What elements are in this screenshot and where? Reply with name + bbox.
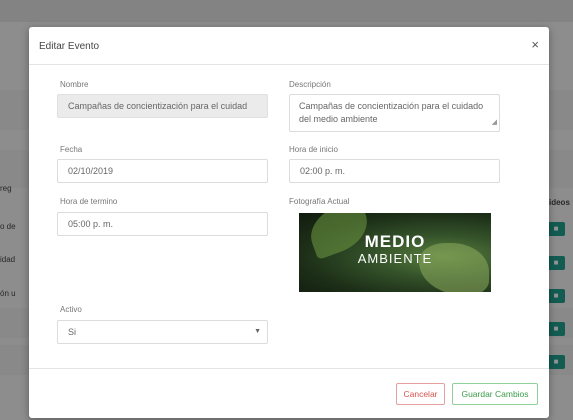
save-changes-button[interactable]: Guardar Cambios xyxy=(452,383,538,405)
descripcion-textarea[interactable]: Campañas de concientización para el cuid… xyxy=(289,94,500,132)
edit-event-modal: Editar Evento × Nombre Campañas de conci… xyxy=(29,27,549,418)
nombre-label: Nombre xyxy=(60,80,89,89)
hora-termino-input[interactable]: 05:00 p. m. xyxy=(57,212,268,236)
fecha-label: Fecha xyxy=(60,145,83,154)
fotografia-label: Fotografía Actual xyxy=(289,197,350,206)
descripcion-text: Campañas de concientización para el cuid… xyxy=(299,101,484,124)
activo-select[interactable]: Si ▼ xyxy=(57,320,268,344)
modal-title: Editar Evento xyxy=(39,41,100,52)
hora-inicio-label: Hora de inicio xyxy=(289,145,338,154)
resize-handle-icon[interactable]: ◢ xyxy=(492,116,497,129)
fecha-input[interactable]: 02/10/2019 xyxy=(57,159,268,183)
nombre-field[interactable]: Campañas de concientización para el cuid… xyxy=(57,94,268,118)
modal-footer: Cancelar Guardar Cambios xyxy=(29,368,549,418)
activo-label: Activo xyxy=(60,305,82,314)
hora-inicio-input[interactable]: 02:00 p. m. xyxy=(289,159,500,183)
hora-termino-label: Hora de termino xyxy=(60,197,118,206)
chevron-down-icon: ▼ xyxy=(254,328,261,335)
cancel-button[interactable]: Cancelar xyxy=(396,383,445,405)
modal-header: Editar Evento × xyxy=(29,27,549,65)
activo-selected-value: Si xyxy=(68,327,77,337)
close-icon[interactable]: × xyxy=(531,37,539,52)
photo-title-line1: MEDIO xyxy=(364,232,426,251)
event-photo: MEDIO AMBIENTE xyxy=(299,213,491,292)
photo-title-line2: AMBIENTE xyxy=(357,251,433,266)
descripcion-label: Descripción xyxy=(289,80,331,89)
